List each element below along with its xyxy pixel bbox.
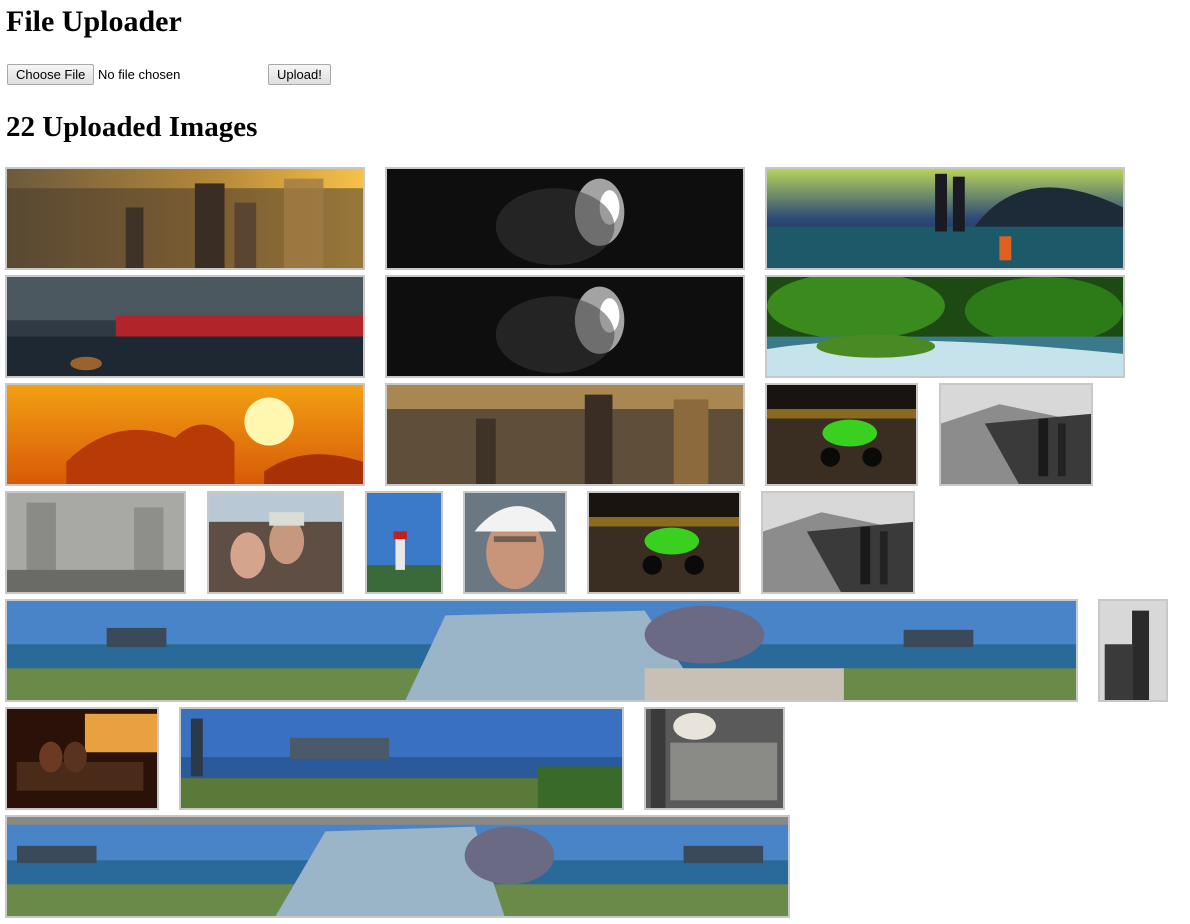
image-chicago-skyline-panorama[interactable]	[179, 707, 624, 810]
upload-button[interactable]: Upload!	[268, 64, 331, 85]
gallery-heading: 22 Uploaded Images	[6, 111, 258, 143]
image-chicago-panorama-planetarium[interactable]	[5, 599, 1078, 702]
image-green-forest-stream[interactable]	[765, 275, 1125, 378]
image-orange-sun-clouds[interactable]	[5, 383, 365, 486]
image-man-in-cap[interactable]	[463, 491, 567, 594]
image-dark-nebula-2[interactable]	[385, 275, 745, 378]
image-chicago-panorama-wide[interactable]	[5, 815, 790, 918]
image-chicago-lakeshore-bw[interactable]	[939, 383, 1093, 486]
image-chicago-lakeshore-bw-2[interactable]	[761, 491, 915, 594]
image-couple-selfie[interactable]	[207, 491, 344, 594]
image-dark-nebula[interactable]	[385, 167, 745, 270]
image-rainy-window-city[interactable]	[5, 491, 186, 594]
image-green-motorcycle-night[interactable]	[765, 383, 918, 486]
image-lighthouse[interactable]	[365, 491, 443, 594]
page-title: File Uploader	[6, 5, 182, 38]
image-safety-shoes-sign[interactable]	[644, 707, 785, 810]
image-cologne-bridge-night[interactable]	[765, 167, 1125, 270]
choose-file-button[interactable]: Choose File	[7, 64, 95, 85]
image-city-sunset-aerial[interactable]	[5, 167, 365, 270]
file-status-text: No file chosen	[98, 67, 181, 82]
image-train-on-bridge[interactable]	[5, 275, 365, 378]
image-bench-night-couple[interactable]	[5, 707, 159, 810]
image-bw-clock-tower[interactable]	[1098, 599, 1168, 702]
image-green-motorcycle-night-2[interactable]	[587, 491, 741, 594]
image-city-sunset-aerial-2[interactable]	[385, 383, 745, 486]
